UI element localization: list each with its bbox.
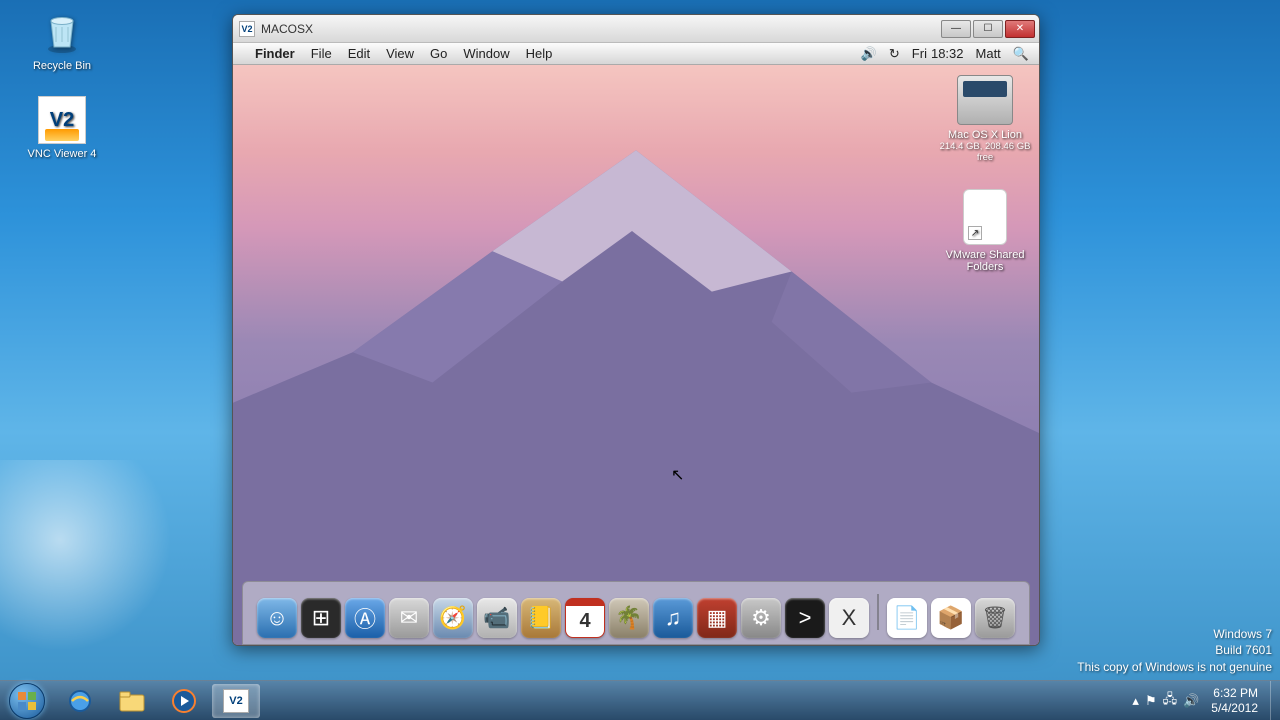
- cursor-icon: ↖: [671, 465, 684, 485]
- desktop-icon-recycle-bin[interactable]: Recycle Bin: [22, 8, 102, 72]
- win7-logo-glow: [0, 460, 200, 660]
- menu-edit[interactable]: Edit: [348, 46, 370, 61]
- clock-time: 6:32 PM: [1211, 686, 1258, 700]
- wallpaper-mountain: [233, 120, 1039, 645]
- file-alias-icon: [963, 189, 1007, 245]
- time-machine-icon[interactable]: ↻: [889, 46, 900, 62]
- dock-item-photo-booth[interactable]: ▦: [697, 598, 737, 638]
- dock-item-facetime[interactable]: 📹: [477, 598, 517, 638]
- hd-sublabel: 214.4 GB, 208.46 GB free: [937, 141, 1033, 163]
- dock-item-preferences[interactable]: ⚙: [741, 598, 781, 638]
- mac-desktop[interactable]: Mac OS X Lion 214.4 GB, 208.46 GB free V…: [233, 65, 1039, 645]
- dock-item-mail[interactable]: ✉: [389, 598, 429, 638]
- tray-flag-icon[interactable]: ⚑: [1145, 693, 1157, 709]
- dock-item-safari[interactable]: 🧭: [433, 598, 473, 638]
- menubar-user[interactable]: Matt: [976, 46, 1001, 61]
- taskbar-clock[interactable]: 6:32 PM 5/4/2012: [1211, 686, 1258, 715]
- menubar-app-name[interactable]: Finder: [255, 46, 295, 61]
- maximize-button[interactable]: ☐: [973, 20, 1003, 38]
- menubar-time[interactable]: 18:32: [931, 46, 964, 61]
- dock-item-x11[interactable]: X: [829, 598, 869, 638]
- recycle-bin-icon: [38, 8, 86, 56]
- vnc-window: V2 MACOSX — ☐ ✕ Finder File Edit View Go…: [232, 14, 1040, 646]
- menu-help[interactable]: Help: [526, 46, 553, 61]
- dock-item-trash[interactable]: 🗑: [975, 598, 1015, 638]
- dock-item-zip[interactable]: 📦: [931, 598, 971, 638]
- dock-item-app-store[interactable]: Ⓐ: [345, 598, 385, 638]
- vnc-viewer-icon: V2: [38, 96, 86, 144]
- watermark-line1: Windows 7: [1077, 626, 1272, 643]
- desktop-icon-vmware-shared[interactable]: VMware Shared Folders: [937, 189, 1033, 273]
- dock-item-itunes[interactable]: ♫: [653, 598, 693, 638]
- mac-menubar: Finder File Edit View Go Window Help 🔊 ↻…: [233, 43, 1039, 65]
- start-button[interactable]: [0, 681, 54, 720]
- taskbar-vnc-viewer[interactable]: V2: [212, 684, 260, 718]
- hd-label: Mac OS X Lion: [937, 129, 1033, 141]
- dock-item-contacts[interactable]: 📒: [521, 598, 561, 638]
- spotlight-icon[interactable]: 🔍: [1013, 46, 1029, 62]
- vnc-viewer-label: VNC Viewer 4: [22, 148, 102, 160]
- taskbar-ie[interactable]: [56, 684, 104, 718]
- vnc-titlebar[interactable]: V2 MACOSX — ☐ ✕: [233, 15, 1039, 43]
- close-button[interactable]: ✕: [1005, 20, 1035, 38]
- tray-volume-icon[interactable]: 🔊: [1183, 693, 1199, 709]
- menu-go[interactable]: Go: [430, 46, 447, 61]
- watermark-line2: Build 7601: [1077, 642, 1272, 659]
- dock-item-finder[interactable]: ☺: [257, 598, 297, 638]
- windows-watermark: Windows 7 Build 7601 This copy of Window…: [1077, 626, 1272, 676]
- dock-item-calendar[interactable]: 4: [565, 598, 605, 638]
- system-tray: ▴ ⚑ 🖧 🔊 6:32 PM 5/4/2012: [1132, 686, 1266, 715]
- minimize-button[interactable]: —: [941, 20, 971, 38]
- hard-drive-icon: [957, 75, 1013, 125]
- dock-item-document[interactable]: 📄: [887, 598, 927, 638]
- windows-orb-icon: [9, 683, 45, 719]
- vnc-app-icon: V2: [239, 21, 255, 37]
- menu-file[interactable]: File: [311, 46, 332, 61]
- menu-view[interactable]: View: [386, 46, 414, 61]
- menubar-day[interactable]: Fri: [912, 46, 927, 61]
- taskbar-explorer[interactable]: [108, 684, 156, 718]
- volume-icon[interactable]: 🔊: [861, 46, 877, 62]
- watermark-line3: This copy of Windows is not genuine: [1077, 659, 1272, 676]
- dock-item-terminal[interactable]: >: [785, 598, 825, 638]
- menu-window[interactable]: Window: [463, 46, 509, 61]
- dock-separator: [877, 594, 879, 630]
- desktop-icon-vnc-viewer[interactable]: V2 VNC Viewer 4: [22, 96, 102, 160]
- vmshared-label-2: Folders: [937, 261, 1033, 273]
- tray-network-icon[interactable]: 🖧: [1163, 690, 1178, 712]
- tray-show-hidden-icon[interactable]: ▴: [1132, 693, 1139, 709]
- clock-date: 5/4/2012: [1211, 701, 1258, 715]
- taskbar-media-player[interactable]: [160, 684, 208, 718]
- dock-item-dashboard[interactable]: ⊞: [301, 598, 341, 638]
- windows-taskbar: V2 ▴ ⚑ 🖧 🔊 6:32 PM 5/4/2012: [0, 680, 1280, 720]
- vmshared-label-1: VMware Shared: [937, 249, 1033, 261]
- mac-dock: ☺⊞Ⓐ✉🧭📹📒4🌴♫▦⚙>X 📄📦🗑: [242, 581, 1030, 645]
- dock-item-iphoto[interactable]: 🌴: [609, 598, 649, 638]
- vnc-window-title: MACOSX: [261, 22, 313, 36]
- recycle-bin-label: Recycle Bin: [22, 60, 102, 72]
- desktop-icon-macintosh-hd[interactable]: Mac OS X Lion 214.4 GB, 208.46 GB free: [937, 75, 1033, 163]
- show-desktop-button[interactable]: [1270, 681, 1280, 720]
